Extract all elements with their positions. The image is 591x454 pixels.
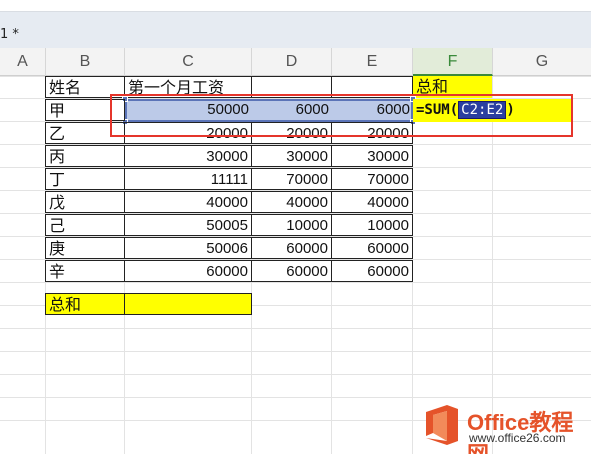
cell-c10-total[interactable] <box>124 293 252 315</box>
cell-e9[interactable]: 60000 <box>331 260 413 282</box>
column-header-e[interactable]: E <box>332 48 413 76</box>
top-strip <box>0 0 591 12</box>
cell-b9[interactable]: 辛 <box>45 260 125 282</box>
cell-c6[interactable]: 40000 <box>124 191 252 213</box>
cell-c5[interactable]: 11111 <box>124 168 252 190</box>
cell-d7[interactable]: 10000 <box>251 214 332 236</box>
cell-c9[interactable]: 60000 <box>124 260 252 282</box>
watermark-name: Office教程网 <box>467 410 574 454</box>
office-logo-icon <box>426 405 458 445</box>
cell-c7[interactable]: 50005 <box>124 214 252 236</box>
cell-b5[interactable]: 丁 <box>45 168 125 190</box>
cell-d8[interactable]: 60000 <box>251 237 332 259</box>
column-header-a[interactable]: A <box>0 48 46 76</box>
column-header-d[interactable]: D <box>252 48 332 76</box>
annotation-highlight-box <box>110 94 573 137</box>
document-tab-bar <box>0 12 591 48</box>
column-header-g[interactable]: G <box>493 48 591 76</box>
cell-e7[interactable]: 10000 <box>331 214 413 236</box>
cell-d9[interactable]: 60000 <box>251 260 332 282</box>
column-header-c[interactable]: C <box>125 48 252 76</box>
column-header-f[interactable]: F <box>413 48 493 76</box>
document-tab-title[interactable]: 1 * <box>0 28 19 42</box>
cell-b6[interactable]: 戊 <box>45 191 125 213</box>
cell-e6[interactable]: 40000 <box>331 191 413 213</box>
cell-b10-total-label[interactable]: 总和 <box>45 293 125 315</box>
cell-b4[interactable]: 丙 <box>45 145 125 167</box>
column-header-row: A B C D E F G <box>0 48 591 76</box>
watermark-url: www.office26.com <box>469 431 566 445</box>
cell-b7[interactable]: 己 <box>45 214 125 236</box>
cell-e8[interactable]: 60000 <box>331 237 413 259</box>
cell-d6[interactable]: 40000 <box>251 191 332 213</box>
cell-d4[interactable]: 30000 <box>251 145 332 167</box>
watermark-logo: Office教程网 www.office26.com <box>423 403 591 454</box>
cell-c8[interactable]: 50006 <box>124 237 252 259</box>
cell-b8[interactable]: 庚 <box>45 237 125 259</box>
column-header-b[interactable]: B <box>46 48 125 76</box>
cell-c4[interactable]: 30000 <box>124 145 252 167</box>
cell-e5[interactable]: 70000 <box>331 168 413 190</box>
cell-d5[interactable]: 70000 <box>251 168 332 190</box>
cell-e4[interactable]: 30000 <box>331 145 413 167</box>
